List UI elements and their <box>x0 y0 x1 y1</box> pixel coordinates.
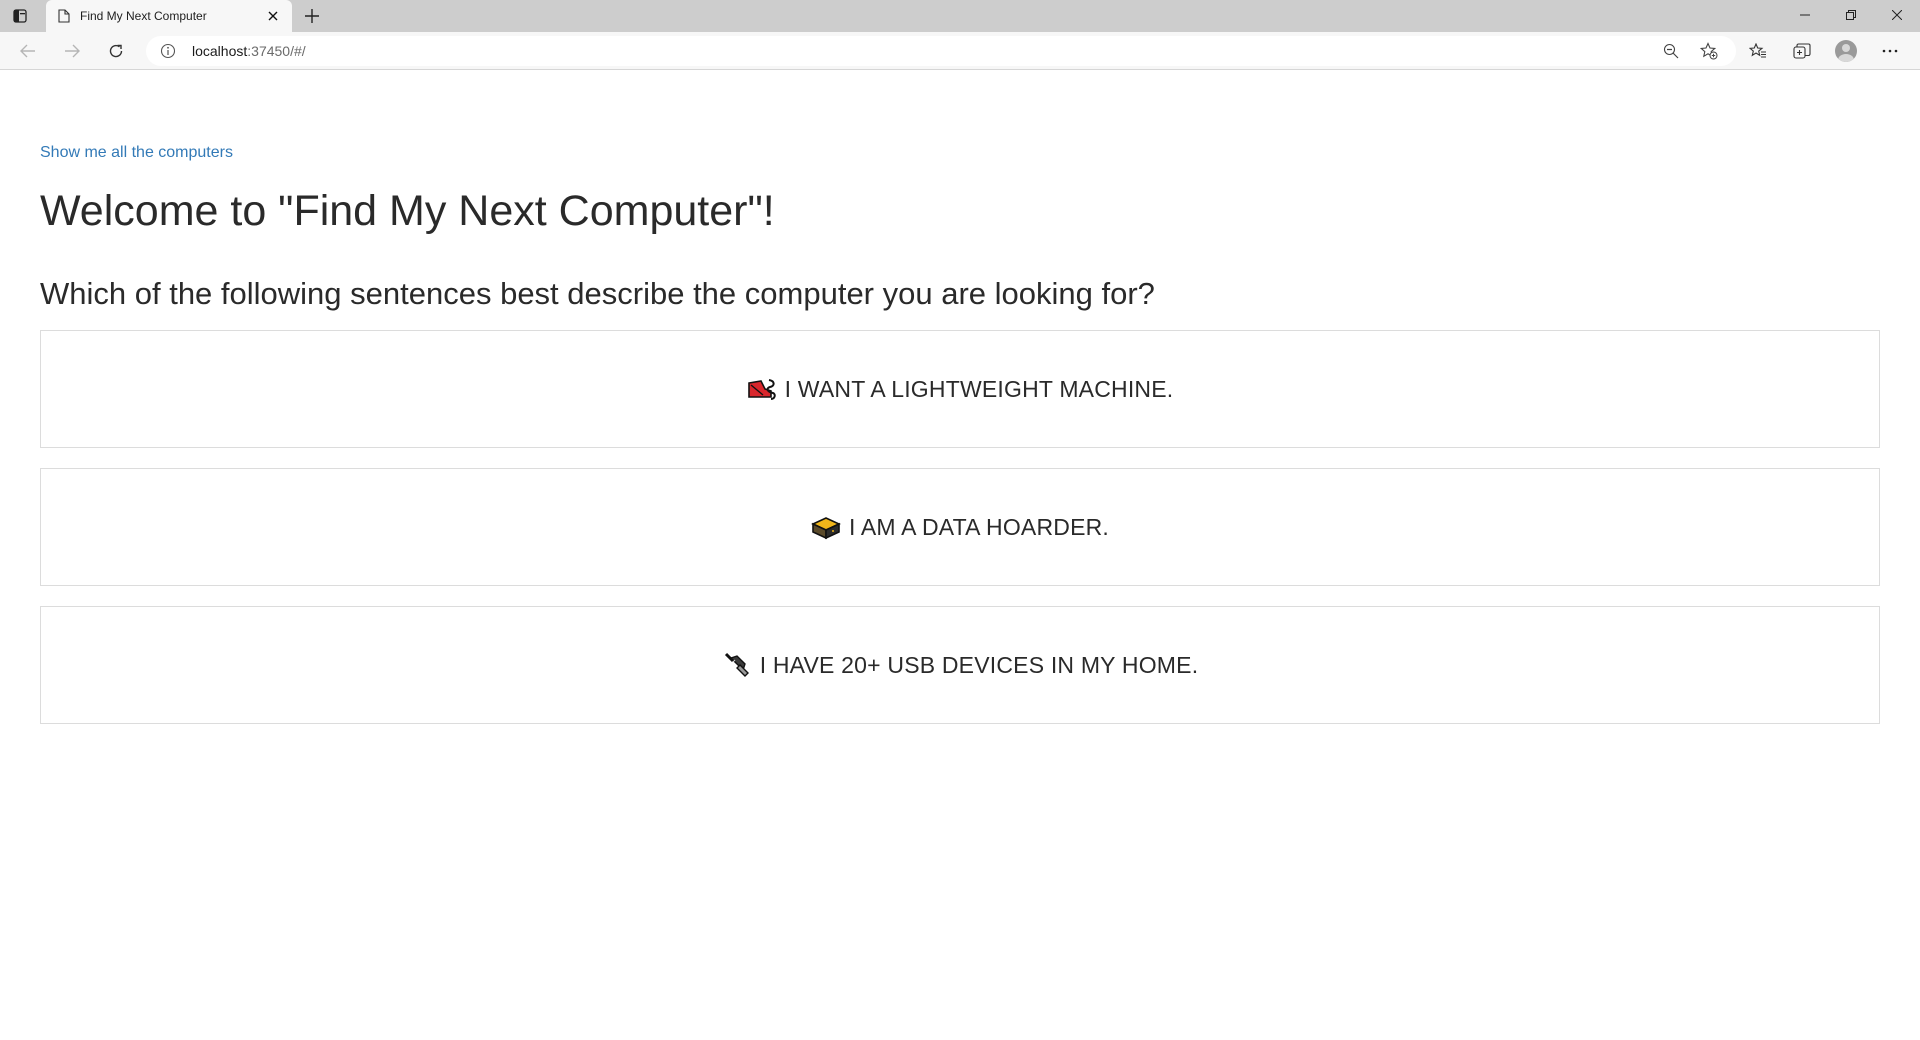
page-icon <box>58 9 70 23</box>
more-menu-button[interactable] <box>1868 35 1912 67</box>
close-icon <box>1892 10 1902 20</box>
url-host: localhost <box>192 42 248 59</box>
option-usb-devices[interactable]: I HAVE 20+ USB DEVICES IN MY HOME. <box>40 606 1880 724</box>
refresh-icon <box>109 44 123 57</box>
favorites-icon <box>1749 42 1766 58</box>
restore-button[interactable] <box>1828 0 1874 30</box>
tab-close-button[interactable] <box>264 7 282 25</box>
page-content: Show me all the computers Welcome to "Fi… <box>0 70 1920 724</box>
zoom-button[interactable] <box>1656 37 1686 65</box>
question-heading: Which of the following sentences best de… <box>40 276 1155 311</box>
avatar <box>1835 39 1857 62</box>
back-button[interactable] <box>10 35 46 67</box>
tab-strip: Find My Next Computer <box>0 0 1920 32</box>
tab-actions-icon <box>13 9 27 23</box>
forward-button[interactable] <box>54 35 90 67</box>
option-label: I WANT A LIGHTWEIGHT MACHINE. <box>784 375 1174 402</box>
tab-title: Find My Next Computer <box>80 9 207 23</box>
options-list: I WANT A LIGHTWEIGHT MACHINE. I AM A DAT… <box>40 330 1880 724</box>
running-shoe-icon <box>747 374 777 404</box>
restore-icon <box>1846 10 1856 20</box>
url-path: :37450/#/ <box>247 42 306 59</box>
option-lightweight[interactable]: I WANT A LIGHTWEIGHT MACHINE. <box>40 330 1880 448</box>
hard-drive-icon <box>811 512 841 542</box>
arrow-left-icon <box>20 44 35 57</box>
minimize-button[interactable] <box>1782 0 1828 30</box>
address-bar[interactable]: localhost:37450/#/ <box>146 35 1736 66</box>
show-all-computers-link[interactable]: Show me all the computers <box>40 143 233 163</box>
active-tab[interactable]: Find My Next Computer <box>46 0 292 32</box>
star-add-icon <box>1700 41 1718 59</box>
url-text[interactable]: localhost:37450/#/ <box>192 43 1648 59</box>
info-icon <box>160 43 176 58</box>
option-label: I AM A DATA HOARDER. <box>848 513 1110 540</box>
profile-button[interactable] <box>1824 35 1868 67</box>
option-content: I HAVE 20+ USB DEVICES IN MY HOME. <box>722 650 1199 680</box>
minimize-icon <box>1800 14 1810 16</box>
option-content: I WANT A LIGHTWEIGHT MACHINE. <box>747 374 1174 404</box>
browser-toolbar: localhost:37450/#/ <box>0 32 1920 70</box>
usb-plug-icon <box>722 650 752 680</box>
refresh-button[interactable] <box>98 35 134 67</box>
zoom-out-icon <box>1663 43 1679 58</box>
new-tab-button[interactable] <box>296 0 328 32</box>
plus-icon <box>305 9 319 23</box>
close-icon <box>268 11 278 21</box>
page-title: Welcome to "Find My Next Computer"! <box>40 187 775 235</box>
more-icon <box>1882 49 1898 52</box>
option-label: I HAVE 20+ USB DEVICES IN MY HOME. <box>759 651 1199 678</box>
collections-icon <box>1793 42 1811 59</box>
close-window-button[interactable] <box>1874 0 1920 30</box>
add-favorite-button[interactable] <box>1694 37 1724 65</box>
option-data-hoarder[interactable]: I AM A DATA HOARDER. <box>40 468 1880 586</box>
favorites-button[interactable] <box>1736 35 1780 67</box>
option-content: I AM A DATA HOARDER. <box>811 512 1109 542</box>
collections-button[interactable] <box>1780 35 1824 67</box>
window-controls <box>1782 0 1920 30</box>
arrow-right-icon <box>65 44 80 57</box>
tab-actions-button[interactable] <box>0 0 40 32</box>
